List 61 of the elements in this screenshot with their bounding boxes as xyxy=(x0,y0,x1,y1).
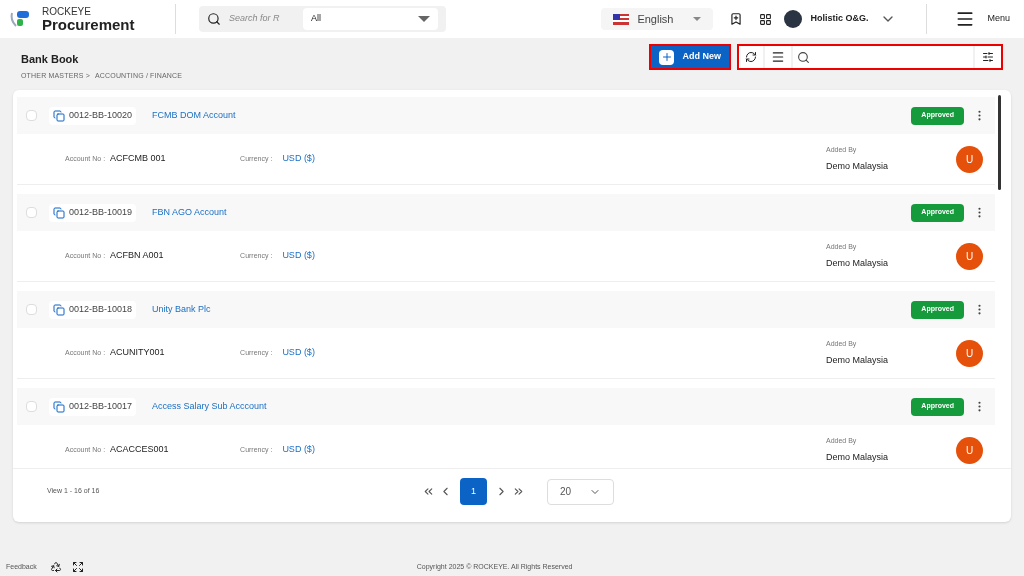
page-button[interactable]: 1 xyxy=(460,478,487,505)
added-by-name: Demo Malaysia xyxy=(826,159,890,173)
page-size-select[interactable]: 20 xyxy=(547,478,614,505)
filter-icon[interactable] xyxy=(975,46,1001,68)
added-by-name: Demo Malaysia xyxy=(826,256,890,270)
currency-value: USD ($) xyxy=(282,346,315,360)
flag-icon xyxy=(613,13,630,25)
scope-select[interactable]: All xyxy=(303,8,438,30)
bookmark-icon[interactable] xyxy=(729,12,744,26)
account-number: ACFBN A001 xyxy=(110,249,165,263)
user-avatar: U xyxy=(956,436,983,464)
caret-icon xyxy=(693,17,702,21)
account-number: ACACCES001 xyxy=(110,443,170,457)
account-number: ACFCMB 001 xyxy=(110,152,167,166)
record-code: 0012-BB-10020 xyxy=(69,108,133,122)
record-name[interactable]: FCMB DOM Account xyxy=(152,108,236,123)
search-field[interactable]: Search for R xyxy=(229,12,295,26)
last-page-icon[interactable] xyxy=(512,485,525,498)
user-avatar: U xyxy=(956,145,983,173)
copy-icon[interactable] xyxy=(53,206,65,219)
copy-icon[interactable] xyxy=(53,109,65,122)
first-page-icon[interactable] xyxy=(422,485,435,498)
currency-value: USD ($) xyxy=(282,152,315,166)
user-avatar: U xyxy=(956,339,983,367)
record-code: 0012-BB-10019 xyxy=(69,205,133,219)
record-code: 0012-BB-10018 xyxy=(69,302,133,316)
user-avatar[interactable] xyxy=(784,10,803,28)
search-icon xyxy=(207,12,221,26)
apps-icon[interactable] xyxy=(759,12,773,26)
page-title: Bank Book xyxy=(21,52,80,67)
record-code: 0012-BB-10017 xyxy=(69,399,133,413)
row-checkbox[interactable] xyxy=(26,207,37,218)
dropdown-icon xyxy=(418,16,430,22)
account-number: ACUNITY001 xyxy=(110,346,166,360)
global-search[interactable]: Search for R All xyxy=(199,6,446,32)
plus-icon xyxy=(659,49,675,65)
record-name[interactable]: Unity Bank Plc xyxy=(152,302,211,317)
brand-name: Procurement xyxy=(42,16,135,32)
row-checkbox[interactable] xyxy=(26,304,37,315)
search-icon xyxy=(797,50,810,64)
user-avatar: U xyxy=(956,242,983,270)
row-checkbox[interactable] xyxy=(26,110,37,121)
record-name[interactable]: Access Salary Sub Acccount xyxy=(152,399,267,414)
user-name: Holistic O&G. xyxy=(810,12,869,26)
record-name[interactable]: FBN AGO Account xyxy=(152,205,227,220)
language-select[interactable]: English xyxy=(601,8,714,30)
menu-label[interactable]: Menu xyxy=(987,12,1010,26)
added-by-name: Demo Malaysia xyxy=(826,450,890,464)
copy-icon[interactable] xyxy=(53,303,65,316)
copy-icon[interactable] xyxy=(53,400,65,413)
scrollbar[interactable] xyxy=(998,95,1001,190)
refresh-icon[interactable] xyxy=(739,46,763,68)
brand-subtitle: ROCKEYE xyxy=(42,6,92,17)
recycle-icon[interactable] xyxy=(49,561,62,573)
added-by-name: Demo Malaysia xyxy=(826,353,890,367)
row-checkbox[interactable] xyxy=(26,401,37,412)
list-icon[interactable] xyxy=(765,46,791,68)
fullscreen-icon[interactable] xyxy=(71,561,84,573)
currency-value: USD ($) xyxy=(282,443,315,457)
currency-value: USD ($) xyxy=(282,249,315,263)
add-new-button[interactable]: Add New xyxy=(649,44,731,70)
